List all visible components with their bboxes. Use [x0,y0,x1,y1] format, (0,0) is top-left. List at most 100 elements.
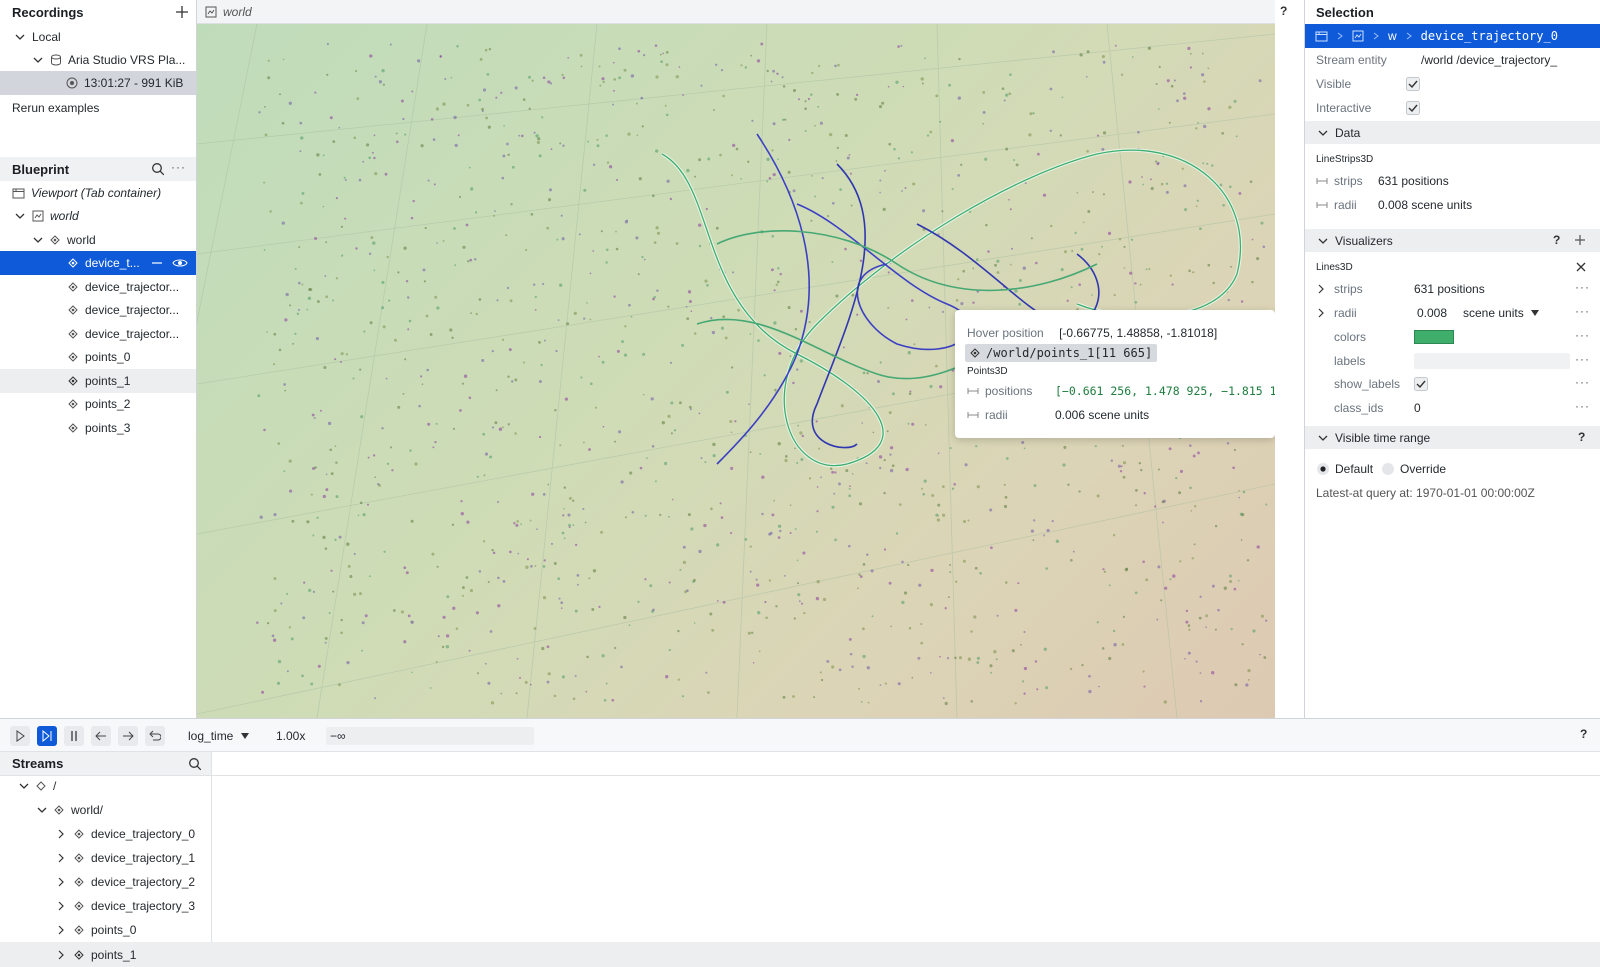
blueprint-item-points-2[interactable]: points_2 [0,392,196,416]
chevron-down-icon[interactable] [18,780,30,792]
breadcrumb-w[interactable]: w [1388,29,1397,43]
default-radio[interactable] [1316,462,1330,476]
vis-show-labels-row[interactable]: show_labels [1334,372,1596,396]
chevron-right-icon[interactable] [56,950,66,960]
vis-radii-more-icon[interactable]: ··· [1575,304,1590,318]
override-label[interactable]: Override [1400,462,1446,476]
step-back-button[interactable] [91,726,111,746]
timeline-selector[interactable]: log_time [188,724,258,748]
playback-speed[interactable]: 1.00x [276,724,316,748]
stream-item-device-trajectory-2[interactable]: device_trajectory_2 [0,870,211,894]
selection-panel-divider[interactable] [1304,0,1305,718]
data-strips-row[interactable]: strips 631 positions [1316,169,1596,193]
chevron-down-icon[interactable] [1317,432,1329,444]
view3d-icon[interactable] [1352,30,1364,42]
chevron-right-icon[interactable] [56,829,66,839]
visualizers-help-icon[interactable]: ? [1553,233,1560,247]
cloud-point [810,219,813,222]
stream-item-device-trajectory-0[interactable]: device_trajectory_0 [0,822,211,846]
close-icon[interactable] [1576,262,1586,272]
blueprint-item-points-1[interactable]: points_1 [0,369,196,393]
vis-colors-swatch[interactable] [1414,330,1454,344]
search-icon[interactable] [188,757,202,771]
blueprint-more-icon[interactable]: ··· [171,160,186,174]
chevron-down-icon[interactable] [36,804,48,816]
vis-labels-row[interactable]: labels [1334,349,1596,373]
recording-entry[interactable]: 13:01:27 - 991 KiB [0,71,196,95]
default-label[interactable]: Default [1335,462,1373,476]
recordings-local[interactable]: Local [0,25,196,49]
container-icon[interactable] [1315,30,1328,42]
blueprint-item-points-0[interactable]: points_0 [0,345,196,369]
timeline-help-icon[interactable]: ? [1580,727,1587,741]
stream-item-device-trajectory-3[interactable]: device_trajectory_3 [0,894,211,918]
vis-radii-value[interactable]: 0.008 [1417,306,1463,320]
blueprint-item-device-trajectory-2[interactable]: device_trajector... [0,298,196,322]
search-icon[interactable] [151,162,165,176]
vis-class-ids-row[interactable]: class_ids 0 [1334,396,1596,420]
vis-class-ids-more-icon[interactable]: ··· [1575,399,1590,413]
blueprint-view-world[interactable]: world [0,204,196,228]
interactive-checkbox[interactable] [1406,101,1420,115]
blueprint-item-points-3[interactable]: points_3 [0,416,196,440]
viewer-tab-world[interactable]: world [205,0,275,24]
stream-root[interactable]: / [0,774,211,798]
chevron-right-icon[interactable] [56,925,66,935]
add-visualizer-icon[interactable] [1574,234,1586,246]
chevron-down-icon[interactable] [1317,127,1329,139]
remove-icon[interactable] [150,257,164,269]
time-input[interactable]: −∞ [326,727,534,745]
viewer-help-icon[interactable]: ? [1280,4,1290,18]
streams-divider[interactable] [211,752,212,967]
show-labels-checkbox[interactable] [1414,377,1428,391]
step-forward-button[interactable] [118,726,138,746]
data-radii-row[interactable]: radii 0.008 scene units [1316,193,1596,217]
breadcrumb-entity[interactable]: device_trajectory_0 [1421,29,1558,43]
blueprint-group-world[interactable]: world [0,228,196,252]
blueprint-viewport[interactable]: Viewport (Tab container) [0,181,196,205]
follow-button[interactable] [37,726,57,746]
streams-time-area[interactable] [211,752,1600,776]
blueprint-item-device-trajectory-0[interactable]: device_t... [0,251,196,275]
chevron-down-icon[interactable] [14,210,26,222]
stream-entity-value[interactable]: /world /device_trajectory_ [1421,53,1557,67]
pause-button[interactable] [64,726,84,746]
dropdown-arrow-icon[interactable] [1530,309,1540,317]
eye-icon[interactable] [172,257,188,269]
visible-checkbox[interactable] [1406,77,1420,91]
chevron-down-icon[interactable] [14,31,26,43]
time-range-help-icon[interactable]: ? [1578,430,1585,444]
chevron-right-icon[interactable] [56,901,66,911]
vis-strips-more-icon[interactable]: ··· [1575,280,1590,294]
play-button[interactable] [10,726,30,746]
stream-world[interactable]: world/ [0,798,211,822]
data-section-header[interactable]: Data [1305,121,1600,144]
chevron-down-icon[interactable] [32,234,44,246]
vis-labels-input[interactable] [1414,353,1570,369]
time-range-section-header[interactable]: Visible time range [1305,426,1600,449]
vis-labels-more-icon[interactable]: ··· [1575,352,1590,366]
loop-button[interactable] [145,726,165,746]
vis-strips-row[interactable]: strips 631 positions [1316,277,1596,301]
chevron-right-icon[interactable] [56,877,66,887]
add-recording-icon[interactable] [175,5,189,19]
vis-colors-row[interactable]: colors [1334,325,1596,349]
chevron-right-icon[interactable] [56,853,66,863]
stream-item-points-1[interactable]: points_1 [0,943,211,967]
recording-app[interactable]: Aria Studio VRS Pla... [0,48,196,72]
chevron-right-icon[interactable] [1316,308,1326,318]
stream-item-device-trajectory-1[interactable]: device_trajectory_1 [0,846,211,870]
stream-item-points-0[interactable]: points_0 [0,918,211,942]
vis-radii-unit[interactable]: scene units [1463,306,1524,320]
blueprint-item-device-trajectory-3[interactable]: device_trajector... [0,322,196,346]
viewport-3d[interactable]: Hover position [-0.66775, 1.48858, -1.81… [197,24,1275,718]
chevron-down-icon[interactable] [32,54,44,66]
rerun-examples-link[interactable]: Rerun examples [12,96,192,120]
override-radio[interactable] [1381,462,1395,476]
chevron-right-icon[interactable] [1316,284,1326,294]
vis-show-labels-more-icon[interactable]: ··· [1575,375,1590,389]
vis-colors-more-icon[interactable]: ··· [1575,328,1590,342]
blueprint-item-device-trajectory-1[interactable]: device_trajector... [0,275,196,299]
vis-radii-row[interactable]: radii 0.008 scene units [1316,301,1596,325]
chevron-down-icon[interactable] [1317,235,1329,247]
